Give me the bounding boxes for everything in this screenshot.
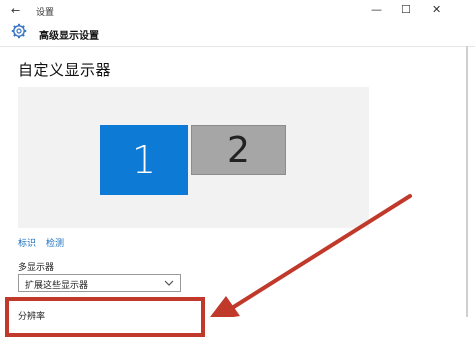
annotation-arrow [210, 194, 412, 317]
